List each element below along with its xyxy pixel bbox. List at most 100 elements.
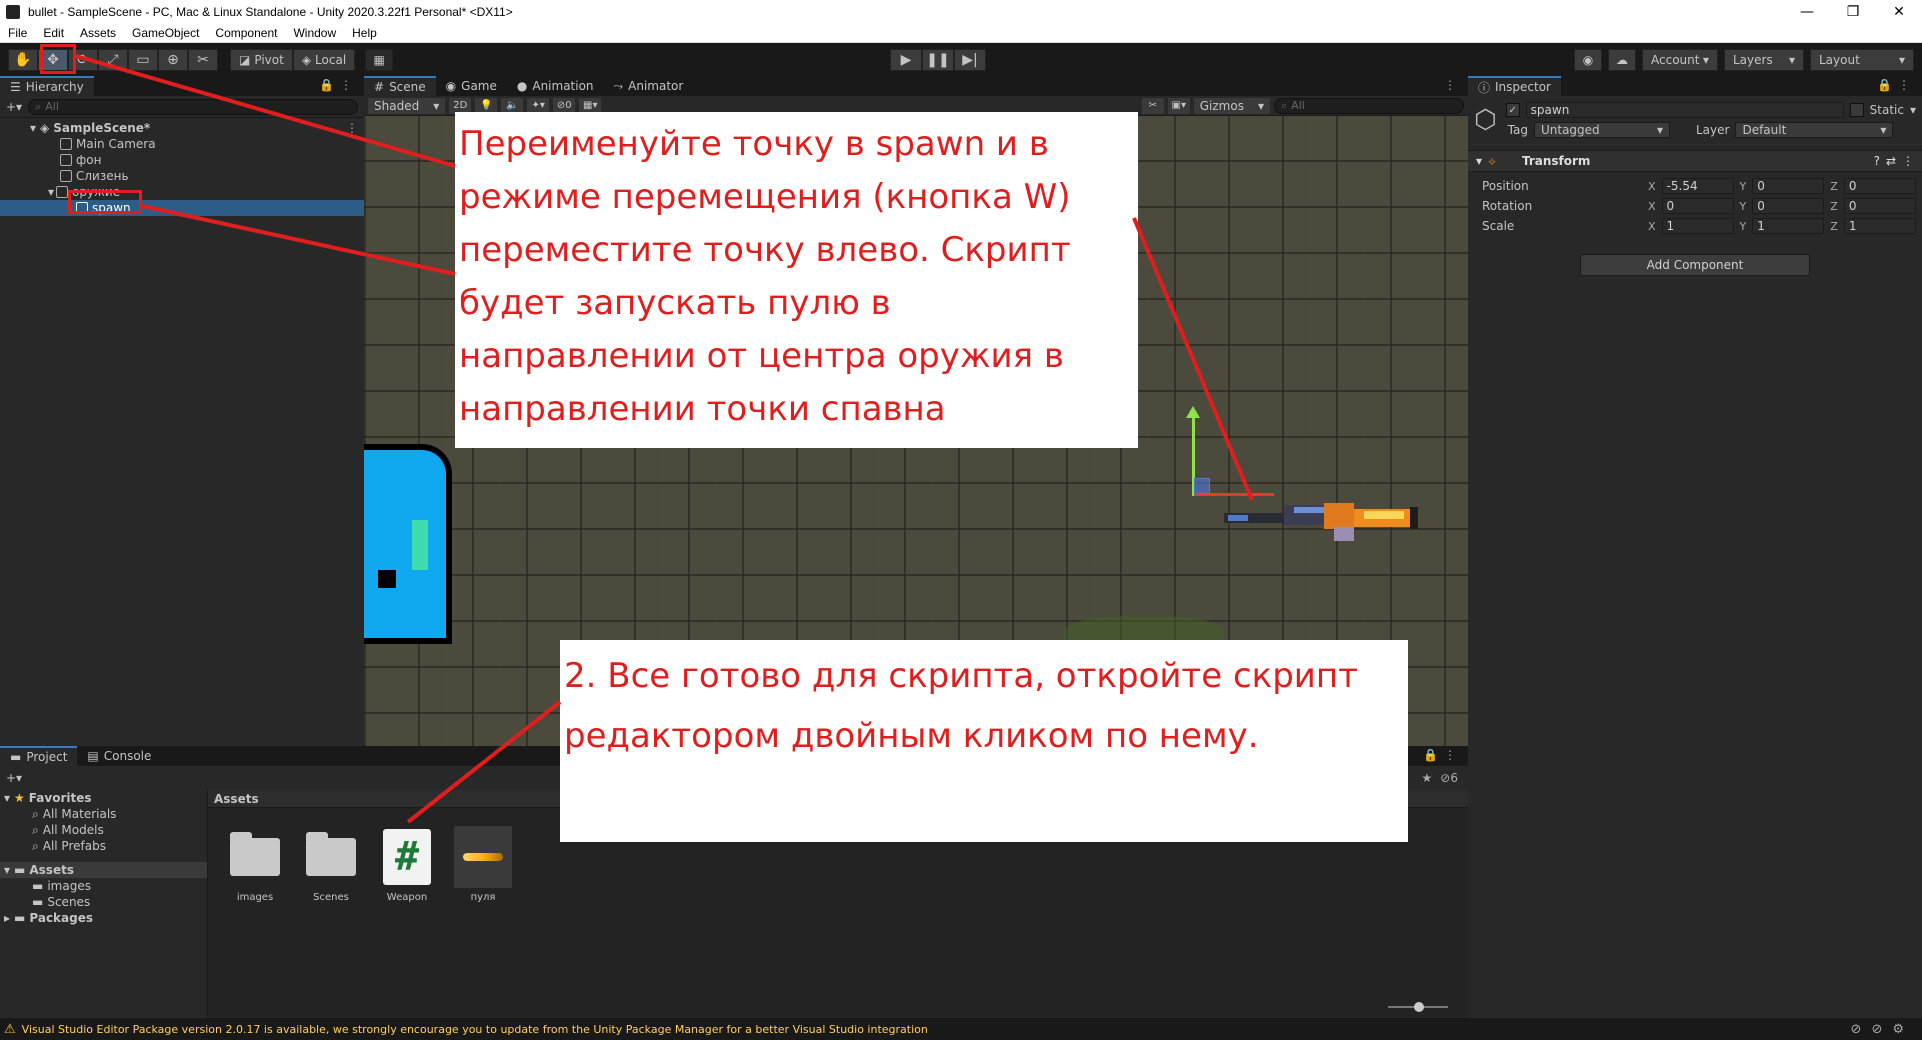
collab-icon[interactable]: ◉ — [1574, 49, 1602, 71]
asset-item-scenes[interactable]: Scenes — [296, 828, 366, 903]
asset-folder-row[interactable]: ▬ images — [0, 878, 207, 894]
scale-y-field[interactable]: 1 — [1752, 218, 1825, 234]
packages-label: Packages — [29, 911, 94, 925]
asset-item-images[interactable]: images — [220, 828, 290, 903]
slime-sprite[interactable] — [364, 444, 452, 644]
close-button[interactable]: ✕ — [1876, 0, 1922, 23]
grid-snap-icon[interactable]: ▦ — [365, 49, 394, 71]
tree-item-spawn[interactable]: spawn — [0, 200, 364, 216]
add-component-button[interactable]: Add Component — [1580, 254, 1810, 276]
position-z-field[interactable]: 0 — [1843, 178, 1916, 194]
asset-item-bullet[interactable]: пуля — [448, 826, 518, 903]
status-right-icons[interactable]: ⊘⊘⚙ — [1851, 1022, 1914, 1037]
layer-dropdown[interactable]: Default ▾ — [1735, 122, 1894, 138]
scene-menu-icon[interactable]: ⋮ — [346, 121, 358, 135]
scale-tool-icon[interactable]: ⤢ — [98, 49, 128, 71]
rotation-x-field[interactable]: 0 — [1661, 198, 1734, 214]
step-icon[interactable]: ▶| — [954, 49, 986, 71]
help-icon[interactable]: ? — [1874, 154, 1880, 168]
cloud-icon[interactable]: ☁ — [1608, 49, 1636, 71]
panel-menu-icons[interactable]: 🔒⋮ — [319, 78, 358, 92]
minimize-button[interactable]: — — [1784, 0, 1830, 23]
favorites-row[interactable]: ▾ ★ Favorites — [0, 790, 207, 806]
gizmo-plane-handle[interactable] — [1194, 478, 1210, 494]
favorite-item[interactable]: ⌕ All Prefabs — [0, 838, 207, 854]
menu-file[interactable]: File — [0, 26, 35, 40]
menu-assets[interactable]: Assets — [72, 26, 124, 40]
asset-item-weapon-script[interactable]: # Weapon — [372, 828, 442, 903]
tab-hierarchy[interactable]: ☰ Hierarchy — [0, 76, 94, 96]
presets-icon[interactable]: ⇄ — [1886, 154, 1896, 168]
menu-window[interactable]: Window — [285, 26, 344, 40]
menu-gameobject[interactable]: GameObject — [124, 26, 207, 40]
transform-tool-icon[interactable]: ⊕ — [158, 49, 188, 71]
account-dropdown[interactable]: Account ▾ — [1642, 49, 1718, 71]
tree-item-slime[interactable]: Слизень — [0, 168, 364, 184]
scale-x-field[interactable]: 1 — [1661, 218, 1734, 234]
asset-folder-row[interactable]: ▬ Scenes — [0, 894, 207, 910]
camera-icon[interactable]: ▣▾ — [1167, 97, 1190, 114]
custom-tool-icon[interactable]: ✂ — [188, 49, 218, 71]
rotation-y-field[interactable]: 0 — [1752, 198, 1825, 214]
position-x-field[interactable]: -5.54 — [1661, 178, 1734, 194]
hand-tool-icon[interactable]: ✋ — [8, 49, 38, 71]
hierarchy-search-input[interactable]: ⌕ All — [28, 98, 358, 115]
tab-game[interactable]: ◉ Game — [436, 76, 507, 96]
packages-row[interactable]: ▸ ▬ Packages — [0, 910, 207, 926]
tab-scene[interactable]: # Scene — [364, 76, 436, 96]
weapon-sprite[interactable] — [1224, 491, 1444, 545]
sprite-thumbnail — [454, 826, 512, 888]
tree-item-background[interactable]: фон — [0, 152, 364, 168]
menu-edit[interactable]: Edit — [35, 26, 72, 40]
add-icon[interactable]: +▾ — [6, 100, 22, 114]
chevron-down-icon[interactable]: ▾ — [1910, 103, 1916, 117]
add-icon[interactable]: +▾ — [6, 771, 22, 785]
tag-dropdown[interactable]: Untagged ▾ — [1533, 122, 1670, 138]
maximize-button[interactable]: ❐ — [1830, 0, 1876, 23]
tab-inspector[interactable]: ⓘ Inspector — [1468, 76, 1561, 96]
tab-project[interactable]: ▬ Project — [0, 746, 78, 766]
tab-console[interactable]: ▤ Console — [77, 746, 161, 766]
layers-dropdown[interactable]: Layers ▾ — [1724, 49, 1804, 71]
context-menu-icon[interactable]: ⋮ — [1902, 154, 1914, 168]
rect-tool-icon[interactable]: ▭ — [128, 49, 158, 71]
tree-item-weapon[interactable]: ▾ оружие — [0, 184, 364, 200]
shading-dropdown[interactable]: Shaded ▾ — [368, 97, 446, 114]
hidden-packages-toggle[interactable]: ⊘6 — [1440, 771, 1458, 785]
tab-animation[interactable]: ● Animation — [507, 76, 604, 96]
expand-icon: ▾ — [4, 863, 11, 877]
slider-handle[interactable] — [1414, 1002, 1424, 1012]
local-button[interactable]: ◈ Local — [292, 49, 356, 71]
favorite-item[interactable]: ⌕ All Materials — [0, 806, 207, 822]
menu-help[interactable]: Help — [344, 26, 385, 40]
favorite-item[interactable]: ⌕ All Models — [0, 822, 207, 838]
pause-icon[interactable]: ❚❚ — [922, 49, 954, 71]
scene-row[interactable]: ▾ ◈ SampleScene* ⋮ — [0, 120, 364, 136]
menu-component[interactable]: Component — [207, 26, 285, 40]
gameobject-icon — [56, 186, 69, 198]
pivot-button[interactable]: ◪ Pivot — [230, 49, 293, 71]
hierarchy-search-placeholder: All — [45, 100, 59, 113]
panel-menu-icons[interactable]: 🔒⋮ — [1423, 748, 1462, 762]
scene-search-input[interactable]: ⌕ All — [1274, 97, 1464, 114]
assets-root-row[interactable]: ▾ ▬ Assets — [0, 862, 207, 878]
scale-z-field[interactable]: 1 — [1843, 218, 1916, 234]
tools-icon[interactable]: ✂ — [1141, 97, 1164, 114]
tree-item-main-camera[interactable]: Main Camera — [0, 136, 364, 152]
panel-menu-icons[interactable]: ⋮ — [1444, 78, 1462, 92]
position-y-field[interactable]: 0 — [1752, 178, 1825, 194]
rotation-z-field[interactable]: 0 — [1843, 198, 1916, 214]
status-bar[interactable]: ⚠ Visual Studio Editor Package version 2… — [0, 1018, 1922, 1040]
thumbnail-size-slider[interactable] — [1388, 1002, 1448, 1012]
object-name-field[interactable]: spawn — [1525, 102, 1844, 118]
active-checkbox[interactable]: ✓ — [1505, 103, 1520, 117]
gizmos-dropdown[interactable]: Gizmos ▾ — [1193, 97, 1270, 114]
static-checkbox[interactable] — [1849, 103, 1864, 117]
star-icon[interactable]: ★ — [1422, 771, 1433, 785]
play-icon[interactable]: ▶ — [890, 49, 922, 71]
transform-component-header[interactable]: ▾ ⟡ Transform ? ⇄ ⋮ — [1468, 150, 1922, 172]
tab-animator[interactable]: ⤳ Animator — [604, 76, 694, 96]
warning-icon: ⚠ — [4, 1021, 16, 1037]
panel-menu-icons[interactable]: 🔒⋮ — [1877, 78, 1916, 92]
layout-dropdown[interactable]: Layout ▾ — [1810, 49, 1914, 71]
